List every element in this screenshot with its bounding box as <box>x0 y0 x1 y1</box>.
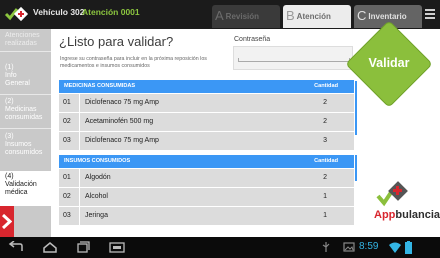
brand-name: Appbulancia <box>374 209 440 221</box>
table-header: INSUMOS CONSUMIDOS Cantidad <box>59 155 354 168</box>
next-arrow-button[interactable] <box>0 206 14 237</box>
row-quantity: 2 <box>323 118 327 125</box>
quantity-header: Cantidad <box>314 83 338 89</box>
sidebar-item-label: Validación <box>5 181 37 188</box>
input-underline <box>238 58 350 62</box>
brand-name-part: bulancia <box>395 209 440 221</box>
quantity-header: Cantidad <box>314 158 338 164</box>
tab-label: Inventario <box>368 12 407 21</box>
system-navigation-bar: 8:59 <box>0 237 440 258</box>
sidebar-item-label: Insumos <box>5 141 32 148</box>
row-number: 01 <box>63 174 71 181</box>
sidebar-item-label: Info <box>5 72 17 79</box>
tab-letter: B <box>286 8 295 23</box>
row-number: 02 <box>63 118 71 125</box>
table-title: MEDICINAS CONSUMIDAS <box>64 83 136 89</box>
row-description: Diclofenaco 75 mg Amp <box>79 132 159 150</box>
row-description: Diclofenaco 75 mg Amp <box>79 94 159 112</box>
tab-attention[interactable]: B Atención <box>283 5 351 28</box>
row-quantity: 2 <box>323 174 327 181</box>
sidebar-item-medicines[interactable]: (2) Medicinas consumidas <box>0 95 51 129</box>
app-window: Vehículo 302 Atención 0001 A Revisión B At… <box>0 0 440 258</box>
status-time: 8:59 <box>359 241 379 252</box>
sidebar-item-label: médica <box>5 189 28 196</box>
table-header: MEDICINAS CONSUMIDAS Cantidad <box>59 80 354 93</box>
tab-letter: C <box>357 8 367 23</box>
supplies-scrollbar[interactable] <box>355 155 357 181</box>
tab-label: Atención <box>296 12 331 21</box>
medicines-table: MEDICINAS CONSUMIDAS Cantidad 01 Diclofen… <box>59 80 354 150</box>
attention-label: Atención 0001 <box>82 7 140 17</box>
instruction-text: Ingrese su contraseña para incluir en la… <box>60 56 207 69</box>
sidebar: Atenciones realizadas (1) Info General (… <box>0 29 51 237</box>
sidebar-item-label: Medicinas <box>5 106 37 113</box>
sidebar-item-label: consumidos <box>5 149 43 156</box>
sidebar-item-label: consumidas <box>5 114 43 121</box>
recent-apps-icon[interactable] <box>75 241 91 253</box>
tab-revision[interactable]: A Revisión <box>212 5 280 28</box>
sidebar-item-medical-validation[interactable]: (4) Validación médica <box>0 171 51 206</box>
validate-button-label[interactable]: Validar <box>358 56 420 70</box>
sidebar-item-number: (1) <box>5 64 14 71</box>
password-input[interactable] <box>233 46 353 70</box>
row-number: 03 <box>63 212 71 219</box>
back-icon[interactable] <box>8 241 24 253</box>
table-row[interactable]: 01 Algodón 2 <box>59 169 354 187</box>
row-description: Acetaminofén 500 mg <box>79 113 153 131</box>
brand-name-part: App <box>374 209 396 221</box>
sidebar-item-label: General <box>5 80 30 87</box>
table-row[interactable]: 02 Alcohol 1 <box>59 188 354 206</box>
supplies-table: INSUMOS CONSUMIDOS Cantidad 01 Algodón 2 0… <box>59 155 354 225</box>
sidebar-item-number: (3) <box>5 133 14 140</box>
row-quantity: 3 <box>323 137 327 144</box>
row-quantity: 1 <box>323 212 327 219</box>
sidebar-item-label: Atenciones <box>5 32 40 39</box>
top-bar: Vehículo 302 Atención 0001 A Revisión B At… <box>0 0 440 29</box>
row-quantity: 2 <box>323 99 327 106</box>
row-number: 02 <box>63 193 71 200</box>
vehicle-label: Vehículo 302 <box>33 7 85 17</box>
row-quantity: 1 <box>323 193 327 200</box>
sidebar-item-number: (4) <box>5 173 14 180</box>
table-row[interactable]: 03 Diclofenaco 75 mg Amp 3 <box>59 132 354 150</box>
row-number: 03 <box>63 137 71 144</box>
medicines-scrollbar[interactable] <box>355 81 357 135</box>
sidebar-item-number: (2) <box>5 98 14 105</box>
photo-icon <box>343 242 355 252</box>
app-logo-icon <box>4 6 29 22</box>
page-title: ¿Listo para validar? <box>59 34 174 49</box>
row-description: Algodón <box>79 169 111 187</box>
table-row[interactable]: 03 Jeringa 1 <box>59 207 354 225</box>
battery-icon <box>405 241 412 254</box>
chevron-right-icon <box>2 214 12 229</box>
row-description: Alcohol <box>79 188 108 206</box>
sidebar-item-completed-attentions[interactable]: Atenciones realizadas <box>0 29 51 52</box>
home-icon[interactable] <box>42 241 58 253</box>
table-row[interactable]: 01 Diclofenaco 75 mg Amp 2 <box>59 94 354 112</box>
table-title: INSUMOS CONSUMIDOS <box>64 158 131 164</box>
table-row[interactable]: 02 Acetaminofén 500 mg 2 <box>59 113 354 131</box>
row-description: Jeringa <box>79 207 108 225</box>
overflow-menu-icon[interactable] <box>425 9 435 19</box>
sidebar-item-general-info[interactable]: (1) Info General <box>0 52 51 95</box>
tab-label: Revisión <box>225 12 260 21</box>
wifi-icon <box>389 242 401 253</box>
usb-icon <box>322 242 330 252</box>
sidebar-item-supplies[interactable]: (3) Insumos consumidos <box>0 129 51 171</box>
row-number: 01 <box>63 99 71 106</box>
password-label: Contraseña <box>234 36 271 43</box>
screenshot-icon[interactable] <box>109 241 125 253</box>
tab-letter: A <box>215 8 224 23</box>
sidebar-item-label: realizadas <box>5 40 37 47</box>
